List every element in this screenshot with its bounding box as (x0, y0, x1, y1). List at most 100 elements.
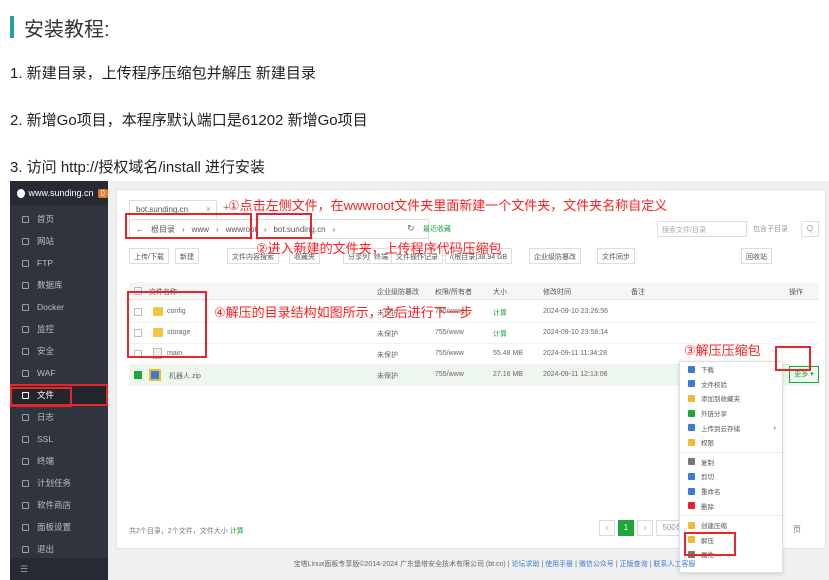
prev-page-button[interactable]: ‹ (599, 520, 615, 536)
context-item-4[interactable]: 上传到云存储 › (680, 420, 782, 435)
notice-badge[interactable]: 0 (97, 188, 108, 198)
toolbar-button[interactable]: 回收站 (741, 248, 772, 264)
copyright: 宝塔Linux面板专享版©2014-2024 广东堡塔安全技术有限公司 (bt.… (293, 561, 506, 568)
footer-link[interactable]: 论坛求助 (511, 561, 539, 568)
search-input[interactable]: 搜索文件/目录 (657, 221, 747, 237)
sidebar-item-6[interactable]: 安全 (10, 340, 108, 362)
protect-status[interactable]: 未保护 (377, 329, 398, 339)
sidebar-item-11[interactable]: 终端 (10, 450, 108, 472)
menu-item-icon (22, 325, 29, 333)
highlight-files-menu (10, 387, 72, 407)
sidebar-item-4[interactable]: Docker (10, 296, 108, 318)
sidebar-item-5[interactable]: 监控 (10, 318, 108, 340)
modified-time: 2024-09-11 12:13:06 (543, 371, 608, 378)
sidebar-item-label: 网站 (37, 236, 55, 246)
menu-item-icon (22, 259, 29, 267)
sidebar-item-label: FTP (37, 258, 54, 268)
context-item-label: 剪切 (701, 474, 714, 482)
heading-text: 安装教程: (24, 18, 110, 41)
sidebar-item-label: SSL (37, 434, 54, 444)
sidebar-item-1[interactable]: 网站 (10, 230, 108, 252)
context-item-3[interactable]: 外链分享 (680, 406, 782, 421)
annotation-4: ④解压的目录结构如图所示，之后进行下一步 (214, 305, 473, 320)
reload-icon[interactable]: ↻ (407, 223, 415, 234)
sidebar-item-12[interactable]: 计划任务 (10, 472, 108, 494)
context-item-label: 删除 (701, 503, 714, 511)
toolbar-button[interactable]: 上传/下载 (129, 248, 169, 264)
sidebar-item-9[interactable]: 日志 (10, 406, 108, 428)
calc-link[interactable]: 计算 (230, 528, 244, 535)
menu-item-icon (688, 502, 695, 510)
col-time[interactable]: 修改时间 (543, 287, 571, 297)
context-item-10[interactable]: 创建压缩 (680, 518, 782, 533)
menu-item-icon (22, 303, 29, 311)
context-item-6[interactable]: 复制 (680, 455, 782, 470)
sidebar-item-3[interactable]: 数据库 (10, 274, 108, 296)
file-name[interactable]: 机器人.zip (169, 371, 201, 381)
context-item-label: 添加到收藏夹 (701, 396, 740, 404)
sidebar-item-15[interactable]: 退出 (10, 538, 108, 560)
sidebar-item-10[interactable]: SSL (10, 428, 108, 450)
menu-item-icon (22, 523, 29, 531)
menu-item-icon (688, 487, 695, 495)
include-subdir-checkbox[interactable]: 包含子目录 (753, 224, 788, 234)
context-item-8[interactable]: 重命名 (680, 484, 782, 499)
footer-link[interactable]: 联系人工客服 (653, 561, 695, 568)
table-header: 文件名称 企业级防篡改 权限/所有者 大小 修改时间 备注 操作 (129, 282, 819, 300)
protect-status[interactable]: 未保护 (377, 350, 398, 360)
sidebar-item-7[interactable]: WAF (10, 362, 108, 384)
permission[interactable]: 755/www (435, 329, 464, 336)
sidebar-item-13[interactable]: 软件商店 (10, 494, 108, 516)
menu-item-icon (688, 458, 695, 466)
logo-icon (17, 188, 25, 198)
menu-item-icon (688, 472, 695, 480)
col-perm[interactable]: 权限/所有者 (435, 287, 472, 297)
protect-status[interactable]: 未保护 (377, 371, 398, 381)
sidebar-item-14[interactable]: 面板设置 (10, 516, 108, 538)
sidebar-item-0[interactable]: 首页 (10, 208, 108, 230)
file-size: 27.16 MB (493, 371, 523, 378)
context-item-0[interactable]: 下载 (680, 362, 782, 377)
context-item-label: 重命名 (701, 489, 721, 497)
file-size: 计算 (493, 331, 507, 338)
table-summary: 共2个目录，2个文件，文件大小 计算 (129, 526, 244, 536)
context-item-5[interactable]: 权限 (680, 435, 782, 450)
footer-link[interactable]: 使用手册 (545, 561, 573, 568)
context-item-label: 上传到云存储 (701, 425, 740, 433)
context-item-7[interactable]: 剪切 (680, 469, 782, 484)
menu-item-icon (22, 369, 29, 377)
toolbar-button[interactable]: 企业级防篡改 (529, 248, 581, 264)
col-protect: 企业级防篡改 (377, 289, 419, 296)
sidebar-item-label: 安全 (37, 346, 55, 356)
menu-item-icon (22, 479, 29, 487)
context-item-2[interactable]: 添加到收藏夹 (680, 391, 782, 406)
menu-item-icon (688, 438, 695, 446)
highlight-extracted-dirs (127, 291, 207, 358)
recent-favorites[interactable]: 最近收藏 (423, 224, 451, 234)
highlight-more-button (775, 346, 811, 371)
highlight-new-folder (256, 213, 312, 239)
menu-item-icon (22, 435, 29, 443)
context-item-label: 权限 (701, 440, 714, 448)
permission[interactable]: 755/www (435, 371, 464, 378)
annotation-3: ③解压压缩包 (684, 343, 761, 358)
page-1-button[interactable]: 1 (618, 520, 634, 536)
footer-link[interactable]: 正版查询 (620, 561, 648, 568)
context-item-label: 复制 (701, 459, 714, 467)
footer-link[interactable]: 微信公众号 (579, 561, 614, 568)
toolbar-button[interactable]: 文件同步 (597, 248, 635, 264)
page-suffix: 页 (793, 525, 801, 534)
search-icon[interactable]: Q (801, 221, 819, 237)
menu-item-icon (22, 457, 29, 465)
heading-accent-bar (10, 16, 14, 38)
row-checkbox[interactable] (134, 371, 142, 379)
context-item-1[interactable]: 文件校验 (680, 377, 782, 392)
col-size[interactable]: 大小 (493, 287, 507, 297)
toolbar-button[interactable]: 新建 (175, 248, 199, 264)
next-page-button[interactable]: › (637, 520, 653, 536)
menu-divider (680, 514, 782, 516)
context-item-9[interactable]: 删除 (680, 498, 782, 513)
permission[interactable]: 755/www (435, 350, 464, 357)
sidebar-item-2[interactable]: FTP (10, 252, 108, 274)
site-name: www.sunding.cn (28, 188, 94, 198)
